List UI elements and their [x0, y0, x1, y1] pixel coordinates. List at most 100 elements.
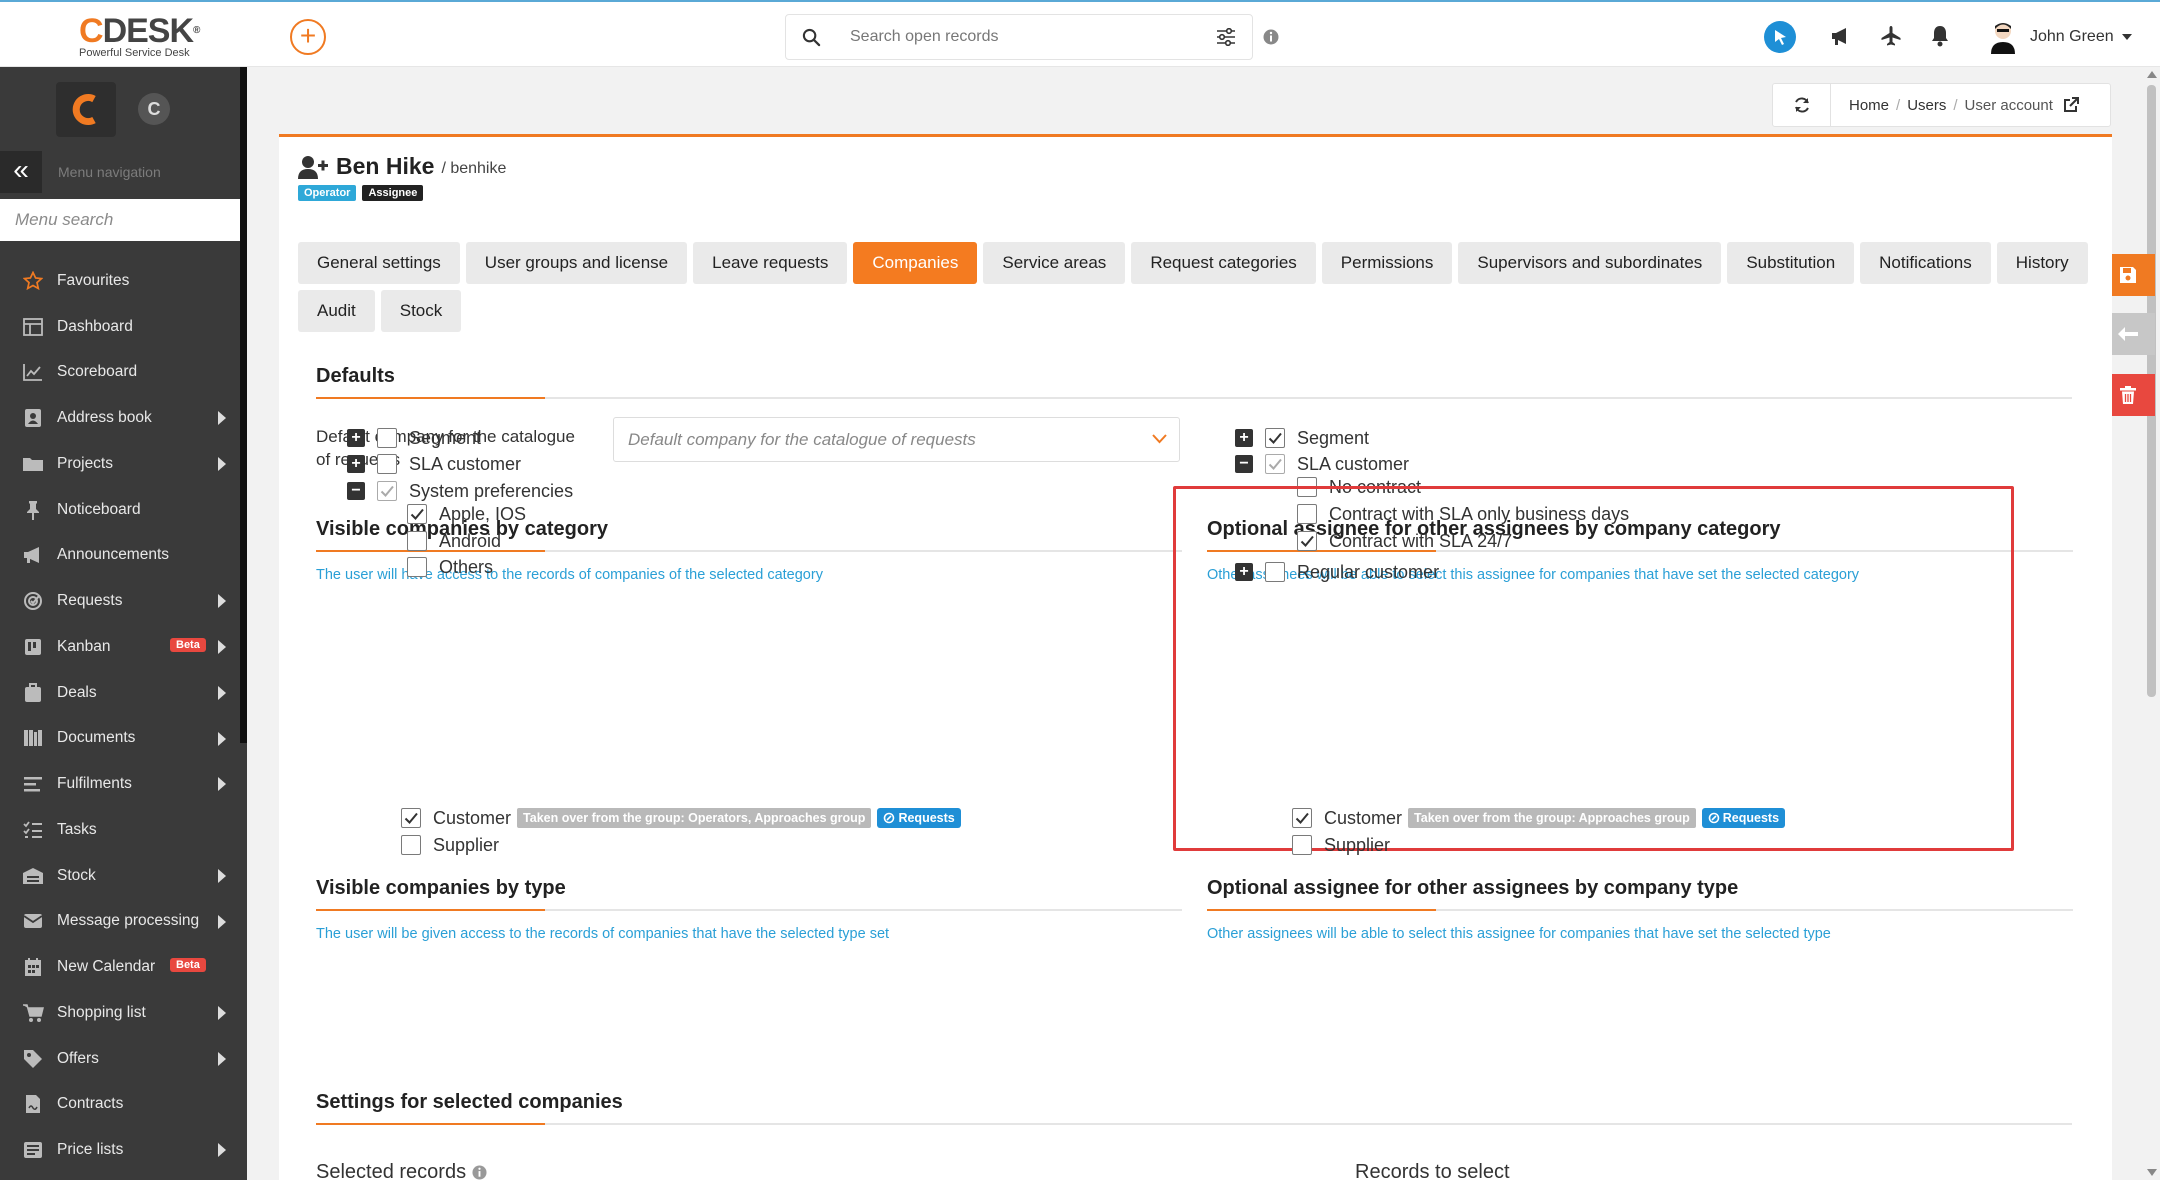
- module-tag[interactable]: Requests: [1701, 808, 1786, 828]
- checkbox[interactable]: [407, 531, 427, 551]
- user-menu[interactable]: John Green: [1988, 20, 2132, 54]
- default-company-placeholder: Default company for the catalogue of req…: [628, 430, 976, 449]
- breadcrumb-users[interactable]: Users: [1907, 97, 1946, 114]
- sidebar-item-fulfilments[interactable]: Fulfilments: [0, 761, 240, 807]
- expand-icon[interactable]: +: [347, 429, 365, 447]
- tree-row-label[interactable]: Segment: [409, 428, 481, 449]
- type-row-label[interactable]: Supplier: [433, 835, 499, 856]
- expand-icon[interactable]: +: [1235, 429, 1253, 447]
- checkbox-checked[interactable]: [401, 808, 421, 828]
- sidebar-item-contracts[interactable]: Contracts: [0, 1082, 240, 1128]
- tab-general-settings[interactable]: General settings: [298, 242, 460, 284]
- sidebar-item-projects[interactable]: Projects: [0, 441, 240, 487]
- sidebar-item-price-lists[interactable]: Price lists: [0, 1127, 240, 1173]
- tree-row-label[interactable]: Segment: [1297, 428, 1369, 449]
- add-new-button[interactable]: +: [290, 19, 326, 55]
- type-row: Customer Taken over from the group: Opera…: [401, 805, 961, 831]
- price-list-icon: [21, 1138, 45, 1162]
- checkbox-checked[interactable]: [1265, 428, 1285, 448]
- checkbox-checked[interactable]: [1292, 808, 1312, 828]
- sidebar-scrollbar[interactable]: [240, 67, 247, 743]
- module-tag[interactable]: Requests: [877, 808, 961, 828]
- info-icon[interactable]: [1263, 29, 1279, 45]
- checkbox-partial[interactable]: [1265, 454, 1285, 474]
- tree-row-label[interactable]: System preferencies: [409, 481, 573, 502]
- tab-supervisors-and-subordinates[interactable]: Supervisors and subordinates: [1458, 242, 1722, 284]
- sidebar-item-offers[interactable]: Offers: [0, 1036, 240, 1082]
- tree-row-label[interactable]: Others: [439, 557, 493, 578]
- sidebar-item-new-calendar[interactable]: New Calendar Beta: [0, 944, 240, 990]
- tree-row-label[interactable]: Android: [439, 531, 501, 552]
- tab-user-groups-and-license[interactable]: User groups and license: [465, 242, 688, 284]
- sidebar-item-dashboard[interactable]: Dashboard: [0, 304, 240, 350]
- sidebar-item-stock[interactable]: Stock: [0, 853, 240, 899]
- sidebar-item-label: Shopping list: [57, 1003, 146, 1021]
- airplane-icon[interactable]: [1880, 25, 1902, 47]
- info-icon[interactable]: [472, 1165, 487, 1180]
- tab-companies[interactable]: Companies: [853, 242, 978, 284]
- sidebar-item-requests[interactable]: Requests: [0, 578, 240, 624]
- tree-row-label[interactable]: SLA customer: [409, 454, 521, 475]
- sidebar-item-address-book[interactable]: Address book: [0, 395, 240, 441]
- main-scrollbar[interactable]: [2143, 67, 2160, 1180]
- collapse-icon[interactable]: −: [1235, 455, 1253, 473]
- checkbox[interactable]: [401, 835, 421, 855]
- tree-row: Others: [407, 554, 493, 580]
- sidebar-item-favourites[interactable]: Favourites: [0, 258, 240, 304]
- bell-icon[interactable]: [1930, 25, 1950, 47]
- sidebar-item-label: Announcements: [57, 546, 170, 564]
- chevron-right-icon: [218, 640, 226, 654]
- tab-history[interactable]: History: [1996, 242, 2088, 284]
- sidebar-item-shopping-list[interactable]: Shopping list: [0, 990, 240, 1036]
- selected-records-label: Selected records: [316, 1161, 487, 1180]
- sidebar-item-noticeboard[interactable]: Noticeboard: [0, 487, 240, 533]
- tree-row-label[interactable]: Apple, IOS: [439, 504, 526, 525]
- default-company-select[interactable]: Default company for the catalogue of req…: [613, 417, 1180, 462]
- type-row-label[interactable]: Supplier: [1324, 835, 1390, 856]
- sidebar-item-deals[interactable]: Deals: [0, 670, 240, 716]
- sidebar-item-label: Stock: [57, 866, 96, 884]
- tab-stock[interactable]: Stock: [380, 290, 462, 332]
- tab-permissions[interactable]: Permissions: [1321, 242, 1453, 284]
- search-input[interactable]: [850, 25, 1190, 49]
- sidebar-item-tasks[interactable]: Tasks: [0, 807, 240, 853]
- save-icon: [2119, 267, 2136, 283]
- sidebar-secondary-logo[interactable]: C: [138, 93, 170, 125]
- sidebar-item-documents[interactable]: Documents: [0, 716, 240, 762]
- tab-request-categories[interactable]: Request categories: [1131, 242, 1316, 284]
- menu-navigation-label: Menu navigation: [58, 164, 161, 180]
- address-book-icon: [21, 406, 45, 430]
- checkbox-partial[interactable]: [377, 481, 397, 501]
- collapse-icon[interactable]: −: [347, 482, 365, 500]
- sidebar-item-announcements[interactable]: Announcements: [0, 533, 240, 579]
- megaphone-icon[interactable]: [1830, 25, 1852, 47]
- tree-row-label[interactable]: SLA customer: [1297, 454, 1409, 475]
- checkbox-checked[interactable]: [407, 504, 427, 524]
- sidebar: C « Menu navigation Favourites Dashboard S…: [0, 67, 247, 1180]
- sidebar-item-kanban[interactable]: Kanban Beta: [0, 624, 240, 670]
- sidebar-item-message-processing[interactable]: Message processing: [0, 899, 240, 945]
- search-filter-icon[interactable]: [1216, 28, 1236, 46]
- tab-leave-requests[interactable]: Leave requests: [693, 242, 848, 284]
- type-row-label[interactable]: Customer: [1324, 808, 1402, 829]
- tab-substitution[interactable]: Substitution: [1727, 242, 1855, 284]
- refresh-button[interactable]: [1773, 84, 1831, 126]
- collapse-menu-button[interactable]: «: [0, 151, 42, 193]
- type-row-label[interactable]: Customer: [433, 808, 511, 829]
- tab-notifications[interactable]: Notifications: [1860, 242, 1991, 284]
- menu-search-input[interactable]: [0, 199, 240, 241]
- app-logo[interactable]: CDESK® Powerful Service Desk: [79, 14, 209, 59]
- tab-audit[interactable]: Audit: [298, 290, 375, 332]
- cursor-mode-icon[interactable]: [1764, 21, 1796, 53]
- checkbox[interactable]: [377, 454, 397, 474]
- sidebar-item-scoreboard[interactable]: Scoreboard: [0, 350, 240, 396]
- expand-icon[interactable]: +: [347, 455, 365, 473]
- sidebar-app-logo[interactable]: [56, 82, 116, 137]
- breadcrumb-home[interactable]: Home: [1849, 97, 1889, 114]
- tab-service-areas[interactable]: Service areas: [983, 242, 1126, 284]
- checkbox[interactable]: [1292, 835, 1312, 855]
- checkbox[interactable]: [407, 557, 427, 577]
- external-link-icon[interactable]: [2063, 97, 2079, 113]
- checkbox[interactable]: [377, 428, 397, 448]
- chevron-right-icon: [218, 777, 226, 792]
